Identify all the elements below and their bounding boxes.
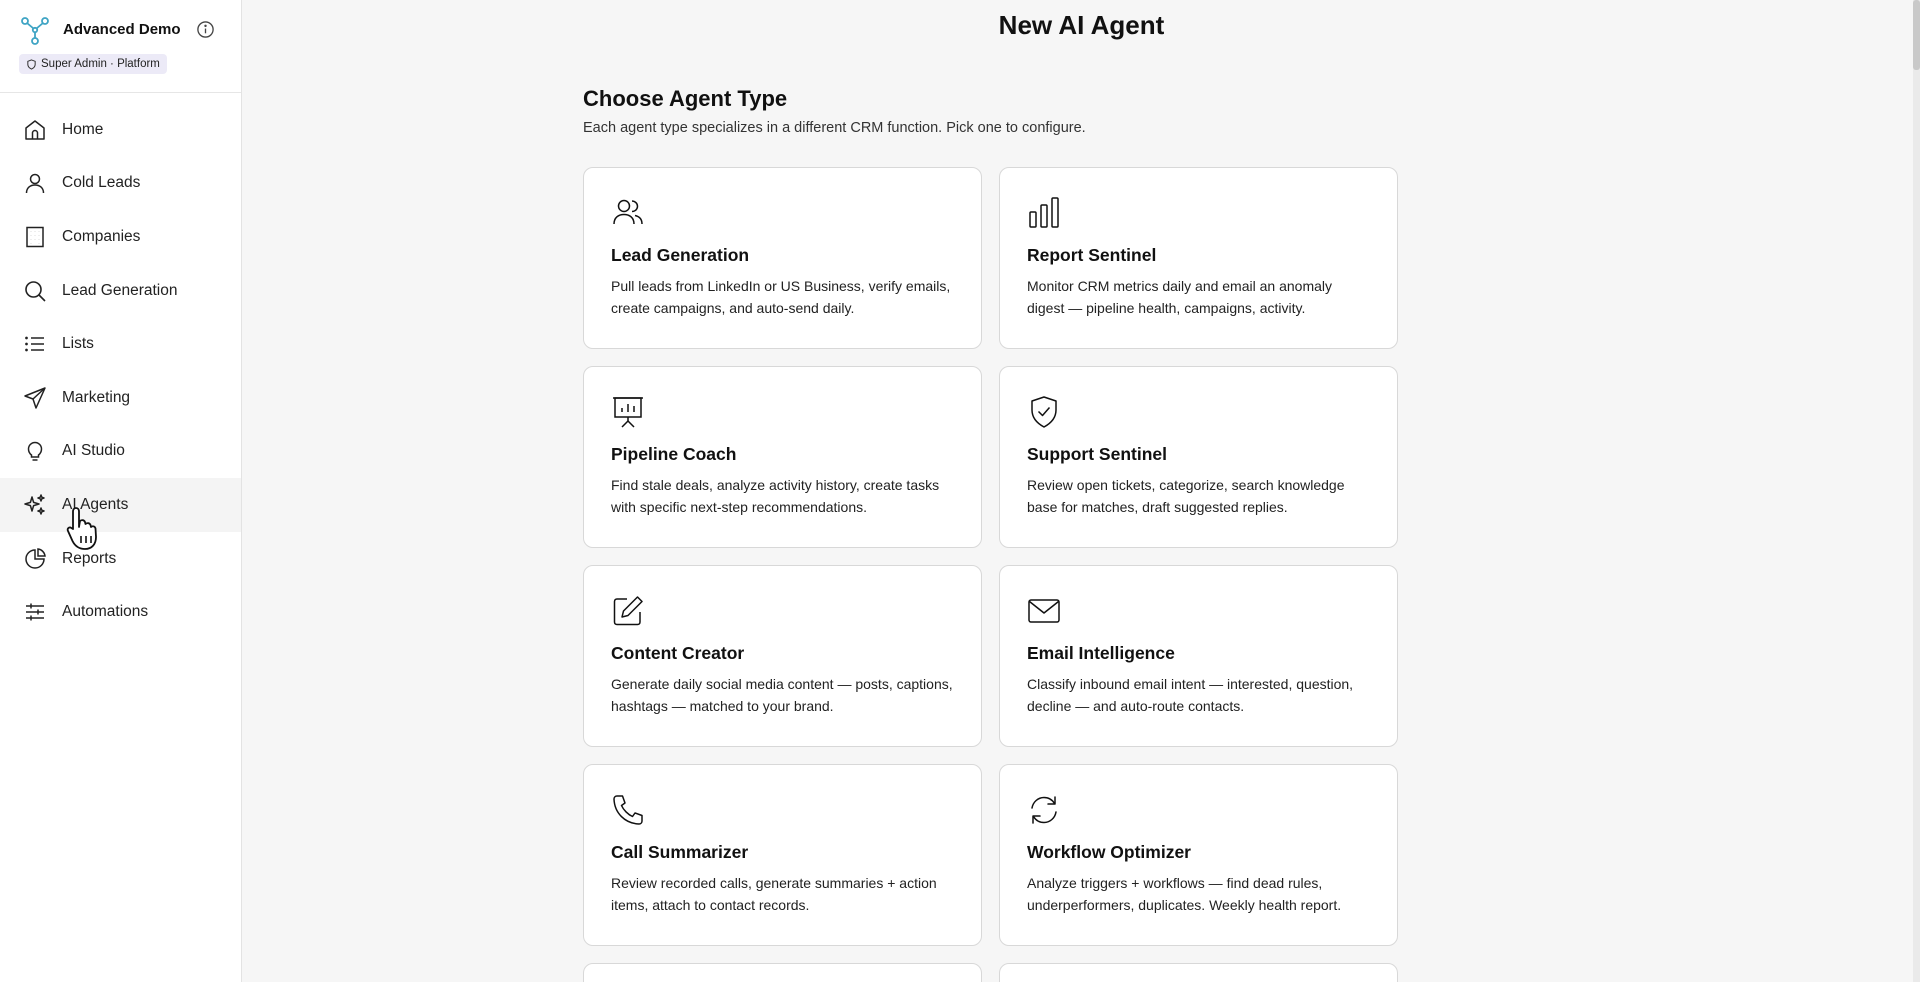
building-icon — [26, 226, 44, 248]
agent-card-description: Monitor CRM metrics daily and email an a… — [1027, 278, 1332, 316]
agent-card-description: Classify inbound email intent — interest… — [1027, 676, 1354, 714]
section-title: Choose Agent Type — [583, 86, 788, 111]
mail-icon — [1028, 599, 1060, 623]
sidebar-item-reports[interactable]: Reports — [0, 532, 241, 586]
sliders-icon — [26, 603, 44, 621]
sidebar-item-lead-generation[interactable]: Lead Generation — [0, 264, 241, 318]
info-icon[interactable] — [196, 20, 215, 39]
user-icon — [25, 174, 45, 194]
agent-card-description: Find stale deals, analyze activity histo… — [611, 477, 940, 515]
sidebar-item-lists[interactable]: Lists — [0, 317, 241, 371]
agent-card-lead-generation[interactable]: Lead Generation Pull leads from LinkedIn… — [583, 167, 982, 349]
agent-card-report-sentinel[interactable]: Report Sentinel Monitor CRM metrics dail… — [999, 167, 1398, 349]
role-badge: Super Admin · Platform — [19, 54, 167, 74]
agent-card-title: Workflow Optimizer — [1027, 842, 1191, 862]
list-icon — [25, 336, 44, 352]
agent-card-partial[interactable] — [999, 963, 1398, 982]
home-icon — [25, 120, 45, 140]
agent-card-description: Analyze triggers + workflows — find dead… — [1027, 875, 1342, 913]
agent-card-partial[interactable] — [583, 963, 982, 982]
pie-chart-icon — [25, 547, 46, 569]
sidebar-item-label: Cold Leads — [62, 174, 141, 192]
agent-card-title: Call Summarizer — [611, 842, 749, 862]
brand-header: Advanced Demo Super Admin · Platform — [0, 0, 241, 93]
sidebar-item-marketing[interactable]: Marketing — [0, 371, 241, 425]
agent-card-title: Report Sentinel — [1027, 245, 1157, 265]
sidebar-item-label: Lead Generation — [62, 281, 178, 299]
sidebar-nav: Home Cold Leads Companies Lead Generatio… — [0, 103, 241, 639]
agent-card-description: Review open tickets, categorize, search … — [1027, 477, 1345, 515]
agent-card-call-summarizer[interactable]: Call Summarizer Review recorded calls, g… — [583, 764, 982, 946]
main-content: New AI Agent Choose Agent Type Each agen… — [243, 0, 1920, 982]
sidebar: Advanced Demo Super Admin · Platform Hom… — [0, 0, 242, 982]
shield-check-icon — [1031, 396, 1057, 428]
sidebar-item-companies[interactable]: Companies — [0, 210, 241, 264]
role-label: Super Admin · Platform — [41, 58, 160, 70]
agent-card-title: Email Intelligence — [1027, 643, 1175, 663]
sidebar-item-home[interactable]: Home — [0, 103, 241, 157]
presentation-icon — [613, 397, 643, 428]
scrollbar[interactable] — [1913, 0, 1920, 982]
users-icon — [613, 199, 643, 225]
agent-card-pipeline-coach[interactable]: Pipeline Coach Find stale deals, analyze… — [583, 366, 982, 548]
agent-type-grid: Lead Generation Pull leads from LinkedIn… — [583, 167, 1398, 982]
sidebar-item-label: AI Agents — [62, 495, 129, 513]
search-icon — [25, 280, 46, 302]
refresh-icon — [1031, 796, 1057, 824]
page-title: New AI Agent — [998, 10, 1165, 40]
workspace-name[interactable]: Advanced Demo — [63, 21, 181, 38]
bar-chart-icon — [1029, 197, 1059, 228]
agent-card-title: Lead Generation — [611, 245, 750, 265]
phone-icon — [613, 795, 643, 825]
sidebar-item-label: Reports — [62, 549, 117, 567]
sidebar-item-ai-studio[interactable]: AI Studio — [0, 425, 241, 479]
agent-card-title: Support Sentinel — [1027, 444, 1167, 464]
agent-card-description: Pull leads from LinkedIn or US Business,… — [611, 278, 951, 316]
agent-card-support-sentinel[interactable]: Support Sentinel Review open tickets, ca… — [999, 366, 1398, 548]
agent-card-description: Generate daily social media content — po… — [611, 676, 953, 714]
agent-card-title: Content Creator — [611, 643, 745, 663]
sidebar-item-label: Lists — [62, 335, 94, 353]
agent-card-description: Review recorded calls, generate summarie… — [611, 875, 937, 913]
sidebar-item-label: Automations — [62, 603, 149, 621]
sidebar-item-ai-agents[interactable]: AI Agents — [0, 478, 241, 532]
sidebar-item-label: Marketing — [62, 388, 131, 406]
agent-card-email-intelligence[interactable]: Email Intelligence Classify inbound emai… — [999, 565, 1398, 747]
lightbulb-icon — [27, 442, 43, 462]
sidebar-item-label: Companies — [62, 227, 141, 245]
shield-icon — [27, 58, 36, 70]
agent-card-workflow-optimizer[interactable]: Workflow Optimizer Analyze triggers + wo… — [999, 764, 1398, 946]
scrollbar-thumb[interactable] — [1913, 0, 1920, 70]
sidebar-item-label: Home — [62, 120, 104, 138]
sidebar-item-cold-leads[interactable]: Cold Leads — [0, 157, 241, 211]
sparkles-icon — [24, 494, 45, 515]
pencil-square-icon — [613, 596, 643, 626]
agent-card-content-creator[interactable]: Content Creator Generate daily social me… — [583, 565, 982, 747]
send-icon — [24, 387, 46, 409]
sidebar-item-label: AI Studio — [62, 442, 125, 460]
agent-card-title: Pipeline Coach — [611, 444, 737, 464]
network-icon[interactable] — [20, 16, 50, 46]
section-subtitle: Each agent type specializes in a differe… — [583, 120, 1086, 136]
sidebar-item-automations[interactable]: Automations — [0, 585, 241, 639]
